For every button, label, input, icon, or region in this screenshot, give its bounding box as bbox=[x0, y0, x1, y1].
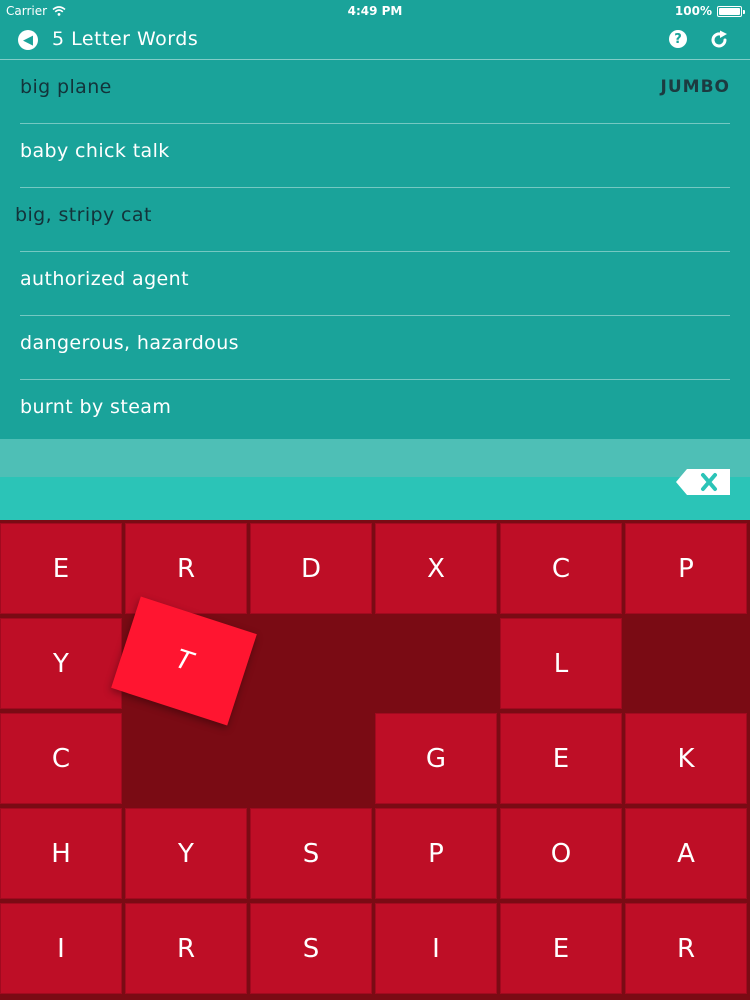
clue-list: big plane JUMBO baby chick talk big, str… bbox=[0, 60, 750, 440]
letter-tile[interactable]: H bbox=[0, 808, 122, 899]
empty-tile bbox=[250, 713, 372, 804]
letter-tile[interactable]: L bbox=[500, 618, 622, 709]
letter-tile[interactable]: P bbox=[375, 808, 497, 899]
clue-answer: JUMBO bbox=[660, 77, 730, 97]
question-icon: ? bbox=[674, 31, 682, 47]
empty-tile bbox=[125, 713, 247, 804]
letter-tile[interactable]: K bbox=[625, 713, 747, 804]
letter-tile[interactable]: I bbox=[375, 903, 497, 994]
clue-text: big plane bbox=[20, 76, 112, 98]
clue-text: baby chick talk bbox=[20, 140, 170, 162]
letter-tile[interactable]: A bbox=[625, 808, 747, 899]
letter-grid: ERDXCPYLCGEKHYSPOAIRSIER bbox=[0, 520, 750, 1000]
clue-row[interactable]: big, stripy cat bbox=[0, 188, 750, 252]
refresh-icon bbox=[711, 30, 727, 48]
letter-tile[interactable]: R bbox=[625, 903, 747, 994]
letter-tile[interactable]: P bbox=[625, 523, 747, 614]
clue-row[interactable]: burnt by steam bbox=[0, 380, 750, 444]
clue-text: dangerous, hazardous bbox=[20, 332, 239, 354]
letter-tile[interactable]: O bbox=[500, 808, 622, 899]
help-button[interactable]: ? bbox=[669, 30, 687, 48]
letter-tile[interactable]: X bbox=[375, 523, 497, 614]
letter-tile[interactable]: Y bbox=[0, 618, 122, 709]
back-arrow-icon: ◀ bbox=[23, 32, 33, 48]
letter-tile[interactable]: C bbox=[0, 713, 122, 804]
clue-text: burnt by steam bbox=[20, 396, 172, 418]
nav-bar: ◀ 5 Letter Words ? bbox=[0, 22, 750, 60]
back-button[interactable]: ◀ bbox=[18, 30, 38, 50]
empty-tile bbox=[375, 618, 497, 709]
status-time: 4:49 PM bbox=[347, 4, 403, 18]
answer-input-bar[interactable] bbox=[0, 477, 750, 520]
clue-text: big, stripy cat bbox=[15, 204, 152, 226]
page-title: 5 Letter Words bbox=[52, 28, 199, 50]
letter-tile[interactable]: S bbox=[250, 903, 372, 994]
letter-tile[interactable]: E bbox=[500, 903, 622, 994]
top-panel: Carrier 4:49 PM 100% ◀ 5 Letter Words ? bbox=[0, 0, 750, 520]
empty-tile bbox=[625, 618, 747, 709]
clue-row[interactable]: big plane JUMBO bbox=[0, 60, 750, 124]
clue-row[interactable]: authorized agent bbox=[0, 252, 750, 316]
clue-text: authorized agent bbox=[20, 268, 189, 290]
refresh-button[interactable] bbox=[708, 29, 730, 51]
empty-tile bbox=[250, 618, 372, 709]
status-bar: Carrier 4:49 PM 100% bbox=[0, 0, 750, 22]
status-battery: 100% bbox=[674, 4, 745, 18]
letter-tile[interactable]: R bbox=[125, 903, 247, 994]
clue-row[interactable]: dangerous, hazardous bbox=[0, 316, 750, 380]
letter-tile[interactable]: I bbox=[0, 903, 122, 994]
clue-row[interactable]: baby chick talk bbox=[0, 124, 750, 188]
app: Carrier 4:49 PM 100% ◀ 5 Letter Words ? bbox=[0, 0, 750, 1000]
letter-tile[interactable]: S bbox=[250, 808, 372, 899]
letter-tile[interactable]: G bbox=[375, 713, 497, 804]
battery-percent: 100% bbox=[674, 4, 712, 18]
letter-tile[interactable]: C bbox=[500, 523, 622, 614]
backspace-icon bbox=[676, 469, 730, 495]
input-band bbox=[0, 439, 750, 477]
letter-tile[interactable]: Y bbox=[125, 808, 247, 899]
delete-button[interactable] bbox=[676, 469, 730, 495]
letter-tile[interactable]: D bbox=[250, 523, 372, 614]
letter-tile[interactable]: E bbox=[0, 523, 122, 614]
letter-tile[interactable]: E bbox=[500, 713, 622, 804]
battery-icon bbox=[717, 5, 745, 17]
